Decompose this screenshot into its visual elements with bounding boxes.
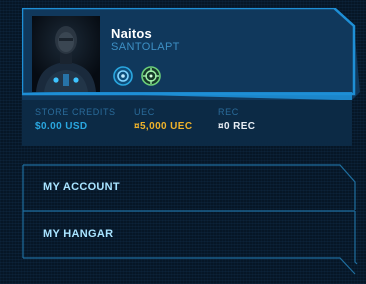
rec-label: REC (218, 107, 239, 117)
crosshair-badge-icon[interactable] (141, 66, 161, 86)
menu-item-label: MY ACCOUNT (43, 181, 120, 193)
target-badge-icon[interactable] (113, 66, 133, 86)
username: Naitos (111, 26, 152, 41)
menu-item-my-account[interactable]: MY ACCOUNT (23, 166, 341, 210)
rec-value: ¤0 REC (218, 121, 256, 132)
uec-value: ¤5,000 UEC (134, 121, 193, 132)
account-dropdown-panel: Naitos SANTOLAPT STORE CREDITS $0.00 USD… (0, 0, 366, 284)
avatar[interactable] (32, 16, 100, 92)
avatar-portrait (32, 16, 100, 92)
menu-item-label: MY HANGAR (43, 228, 114, 240)
menu-item-my-hangar[interactable]: MY HANGAR (23, 213, 341, 257)
store-credits-value: $0.00 USD (35, 121, 88, 132)
store-credits-label: STORE CREDITS (35, 107, 116, 117)
user-handle: SANTOLAPT (111, 41, 180, 53)
uec-label: UEC (134, 107, 155, 117)
